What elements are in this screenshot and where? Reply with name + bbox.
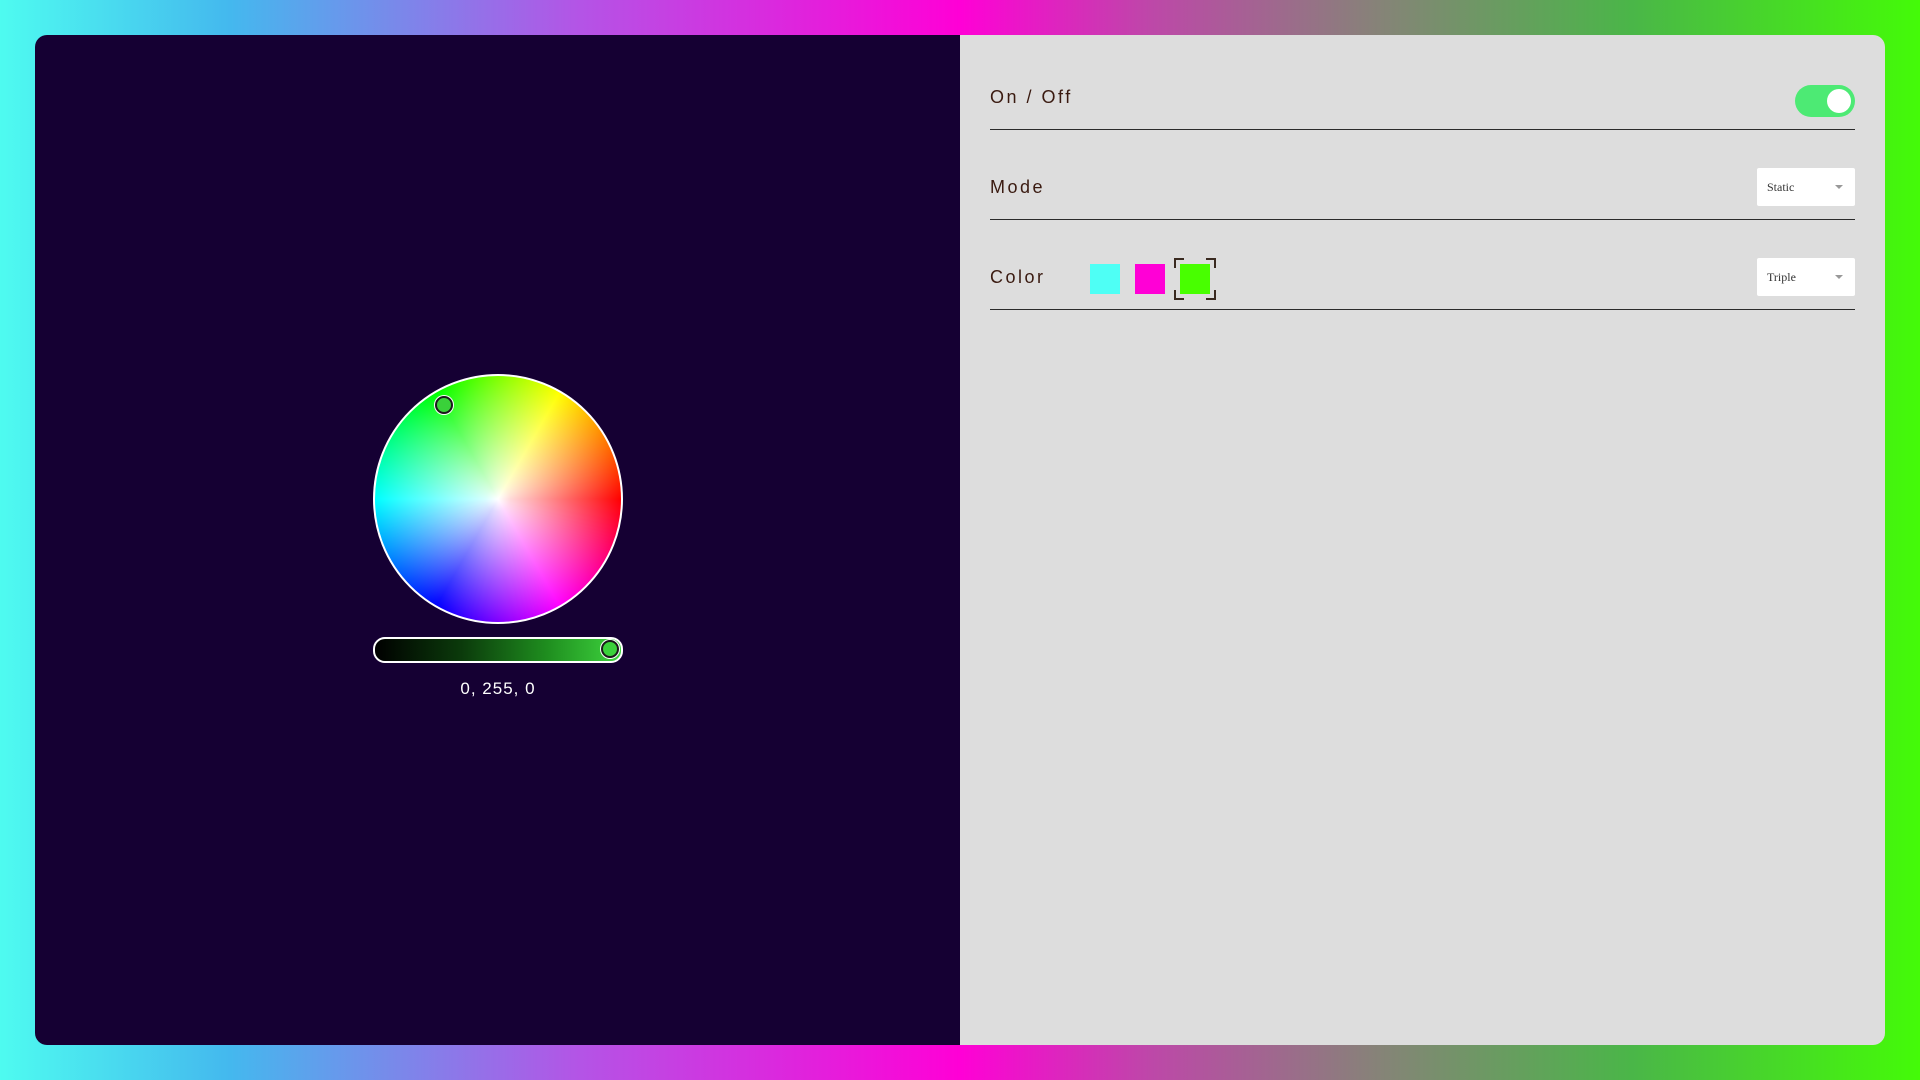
color-wheel-container (373, 374, 623, 624)
color-swatch-3[interactable] (1180, 264, 1210, 294)
power-toggle[interactable] (1795, 85, 1855, 117)
mode-row: Mode Static (990, 159, 1855, 220)
mode-select[interactable]: Static (1757, 168, 1855, 206)
color-swatch-2[interactable] (1135, 264, 1165, 294)
brightness-slider[interactable] (373, 637, 623, 663)
app-frame: 0, 255, 0 On / Off Mode Static Color Tri… (35, 35, 1885, 1045)
chevron-down-icon (1835, 185, 1843, 189)
mode-select-value: Static (1767, 180, 1795, 194)
color-count-select[interactable]: Triple (1757, 258, 1855, 296)
color-count-value: Triple (1767, 270, 1796, 284)
toggle-knob (1827, 89, 1851, 113)
mode-label: Mode (990, 177, 1046, 197)
color-label: Color (990, 267, 1046, 287)
power-row: On / Off (990, 69, 1855, 130)
brightness-slider-handle[interactable] (601, 640, 619, 658)
rgb-readout: 0, 255, 0 (460, 679, 536, 698)
color-wheel-handle[interactable] (435, 396, 453, 414)
settings-panel: On / Off Mode Static Color Triple (960, 35, 1885, 1045)
chevron-down-icon (1835, 275, 1843, 279)
color-wheel[interactable] (373, 374, 623, 624)
color-row: Color Triple (990, 249, 1855, 310)
color-picker-panel: 0, 255, 0 (35, 35, 960, 1045)
color-swatch-1[interactable] (1090, 264, 1120, 294)
power-label: On / Off (990, 87, 1073, 107)
selected-swatch-frame (1174, 258, 1216, 300)
